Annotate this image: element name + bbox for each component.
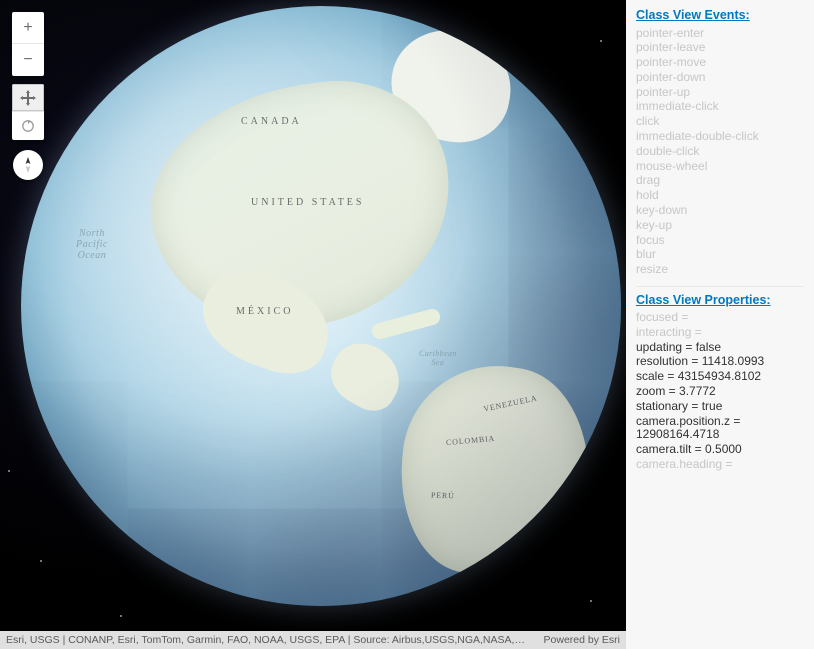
plus-icon: +	[23, 19, 32, 37]
label-np-1: North	[76, 228, 108, 239]
pan-icon	[20, 90, 36, 106]
event-item: click	[636, 115, 804, 130]
event-item: pointer-enter	[636, 26, 804, 41]
zoom-control: + −	[12, 12, 44, 76]
label-caribbean: Caribbean Sea	[419, 349, 457, 367]
properties-list: focused =interacting =updating = falsere…	[636, 311, 804, 473]
rotate-button[interactable]	[12, 112, 44, 140]
events-list: pointer-enterpointer-leavepointer-movepo…	[636, 26, 804, 278]
label-car-1: Caribbean	[419, 349, 457, 358]
event-item: double-click	[636, 144, 804, 159]
event-item: immediate-click	[636, 100, 804, 115]
zoom-in-button[interactable]: +	[12, 12, 44, 44]
compass-icon	[19, 156, 37, 174]
property-item: updating = false	[636, 340, 804, 355]
property-item: camera.tilt = 0.5000	[636, 443, 804, 458]
panel-separator	[636, 286, 804, 287]
property-item: camera.heading =	[636, 458, 804, 473]
property-item: zoom = 3.7772	[636, 385, 804, 400]
landmass-caribbean	[370, 307, 442, 341]
minus-icon: −	[23, 51, 32, 69]
property-item: camera.position.z = 12908164.4718	[636, 414, 804, 443]
event-item: blur	[636, 248, 804, 263]
pan-button[interactable]	[12, 84, 44, 112]
side-panel: Class View Events: pointer-enterpointer-…	[626, 0, 814, 649]
property-item: resolution = 11418.0993	[636, 355, 804, 370]
event-item: hold	[636, 189, 804, 204]
globe[interactable]: Canada United States México Venezuela Co…	[21, 6, 621, 606]
event-item: focus	[636, 233, 804, 248]
landmass-central-america	[321, 333, 412, 420]
properties-title-link[interactable]: Class View Properties:	[636, 293, 804, 307]
event-item: mouse-wheel	[636, 159, 804, 174]
event-item: pointer-move	[636, 56, 804, 71]
event-item: key-down	[636, 204, 804, 219]
event-item: immediate-double-click	[636, 130, 804, 145]
event-item: drag	[636, 174, 804, 189]
label-car-2: Sea	[419, 358, 457, 367]
label-np-3: Ocean	[76, 250, 108, 261]
event-item: resize	[636, 263, 804, 278]
events-title-link[interactable]: Class View Events:	[636, 8, 804, 22]
label-north-pacific: North Pacific Ocean	[76, 228, 108, 261]
navigation-toggle	[12, 84, 44, 140]
event-item: pointer-up	[636, 85, 804, 100]
attribution-sources: Esri, USGS | CONANP, Esri, TomTom, Garmi…	[6, 631, 526, 649]
scene-view[interactable]: Canada United States México Venezuela Co…	[0, 0, 626, 649]
app-root: Canada United States México Venezuela Co…	[0, 0, 814, 649]
property-item: interacting =	[636, 325, 804, 340]
property-item: focused =	[636, 311, 804, 326]
property-item: stationary = true	[636, 399, 804, 414]
attribution-bar: Esri, USGS | CONANP, Esri, TomTom, Garmi…	[0, 631, 626, 649]
compass-button[interactable]	[13, 150, 43, 180]
attribution-powered-by[interactable]: Powered by Esri	[544, 631, 620, 649]
event-item: pointer-leave	[636, 41, 804, 56]
event-item: key-up	[636, 218, 804, 233]
property-item: scale = 43154934.8102	[636, 370, 804, 385]
label-np-2: Pacific	[76, 239, 108, 250]
rotate-icon	[20, 118, 36, 134]
zoom-out-button[interactable]: −	[12, 44, 44, 76]
event-item: pointer-down	[636, 70, 804, 85]
